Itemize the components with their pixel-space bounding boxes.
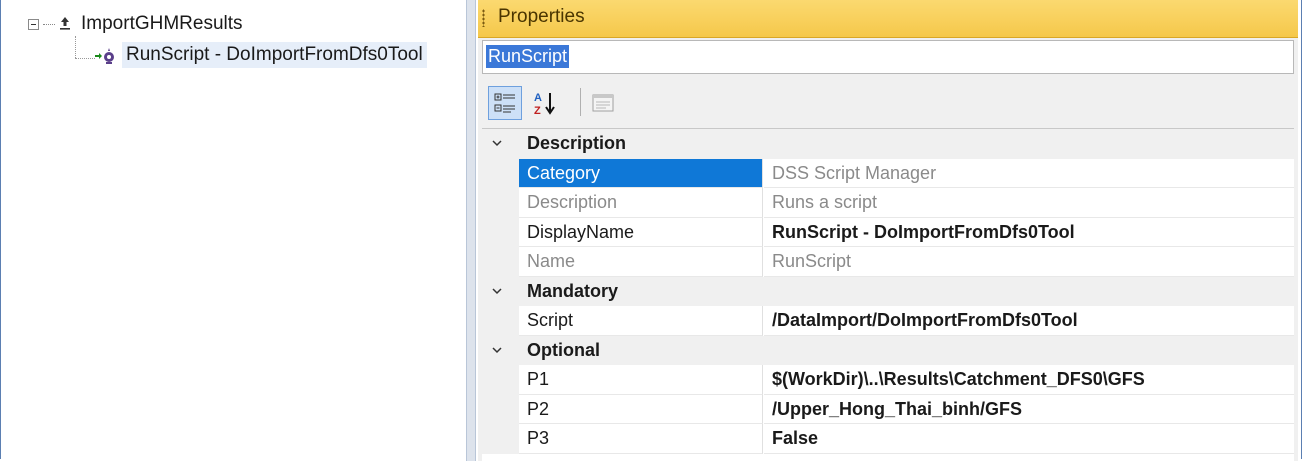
property-row[interactable]: DisplayName RunScript - DoImportFromDfs0… xyxy=(482,217,1294,247)
property-value[interactable]: $(WorkDir)\..\Results\Catchment_DFS0\GFS xyxy=(764,365,1294,395)
drag-grip-icon[interactable] xyxy=(482,9,485,27)
property-value[interactable]: RunScript - DoImportFromDfs0Tool xyxy=(764,218,1294,247)
property-row[interactable]: Description Runs a script xyxy=(482,188,1294,218)
properties-header[interactable]: Properties xyxy=(478,0,1298,38)
alphabetical-sort-button[interactable]: A Z xyxy=(528,86,562,120)
tree-connector xyxy=(43,23,55,25)
row-margin xyxy=(482,188,519,218)
row-margin xyxy=(482,306,519,336)
properties-toolbar: A Z xyxy=(482,80,1294,124)
collapse-icon[interactable] xyxy=(28,18,39,30)
property-row[interactable]: P1 $(WorkDir)\..\Results\Catchment_DFS0\… xyxy=(482,365,1294,395)
property-value[interactable]: RunScript xyxy=(764,247,1294,277)
categorized-icon xyxy=(494,93,515,113)
property-pages-icon xyxy=(592,94,614,112)
sort-az-icon: A Z xyxy=(534,92,555,117)
category-mandatory[interactable]: Mandatory xyxy=(482,276,1294,306)
property-value[interactable]: Runs a script xyxy=(764,188,1294,218)
row-margin xyxy=(482,217,519,247)
pane-splitter[interactable] xyxy=(466,0,476,461)
property-name: Description xyxy=(519,188,763,218)
properties-panel: Properties RunScript A Z Description Cat… xyxy=(478,0,1298,462)
property-row[interactable]: Category DSS Script Manager xyxy=(482,158,1294,188)
property-name: Category xyxy=(519,158,763,188)
property-grid: Description Category DSS Script Manager … xyxy=(482,128,1294,462)
tree-node-label: ImportGHMResults xyxy=(81,13,243,34)
property-value[interactable]: /Upper_Hong_Thai_binh/GFS xyxy=(764,395,1294,424)
property-row[interactable]: Script /DataImport/DoImportFromDfs0Tool xyxy=(482,306,1294,336)
tree-node-importghmresults[interactable]: ImportGHMResults xyxy=(28,10,243,38)
category-label: Optional xyxy=(527,339,600,360)
row-margin xyxy=(482,158,519,188)
tree-connector xyxy=(75,58,95,59)
property-name: P1 xyxy=(519,365,763,395)
category-optional[interactable]: Optional xyxy=(482,335,1294,365)
selected-object-name: RunScript xyxy=(486,45,570,68)
toolbar-separator xyxy=(580,88,581,116)
property-name: Script xyxy=(519,306,763,336)
property-value[interactable]: /DataImport/DoImportFromDfs0Tool xyxy=(764,306,1294,336)
property-value[interactable]: DSS Script Manager xyxy=(764,159,1294,188)
svg-text:A: A xyxy=(534,92,542,104)
chevron-down-icon[interactable] xyxy=(492,345,502,355)
workflow-tree: ImportGHMResults RunScript - DoImportFro… xyxy=(6,0,464,461)
object-selector[interactable]: RunScript xyxy=(482,40,1294,74)
property-row[interactable]: P3 False xyxy=(482,424,1294,454)
category-label: Mandatory xyxy=(527,280,619,301)
property-name: Name xyxy=(519,247,763,277)
run-script-icon xyxy=(94,44,116,66)
property-pages-button[interactable] xyxy=(586,86,620,120)
svg-text:Z: Z xyxy=(534,105,541,117)
category-description[interactable]: Description xyxy=(482,129,1294,159)
tree-connector xyxy=(75,36,76,58)
row-margin xyxy=(482,424,519,454)
property-name: P2 xyxy=(519,394,763,424)
category-label: Description xyxy=(527,133,627,153)
tree-node-runscript[interactable]: RunScript - DoImportFromDfs0Tool xyxy=(94,41,427,69)
property-name: P3 xyxy=(519,424,763,454)
property-row[interactable]: Name RunScript xyxy=(482,247,1294,277)
row-margin xyxy=(482,365,519,395)
properties-title: Properties xyxy=(498,6,585,27)
row-margin xyxy=(482,394,519,424)
import-activity-icon xyxy=(59,16,71,33)
property-name: DisplayName xyxy=(519,217,763,247)
chevron-down-icon[interactable] xyxy=(492,138,502,148)
row-margin xyxy=(482,247,519,277)
property-row[interactable]: P2 /Upper_Hong_Thai_binh/GFS xyxy=(482,394,1294,424)
property-value[interactable]: False xyxy=(764,424,1294,454)
tree-node-label: RunScript - DoImportFromDfs0Tool xyxy=(122,42,427,68)
categorized-view-button[interactable] xyxy=(488,86,522,120)
chevron-down-icon[interactable] xyxy=(492,286,502,296)
